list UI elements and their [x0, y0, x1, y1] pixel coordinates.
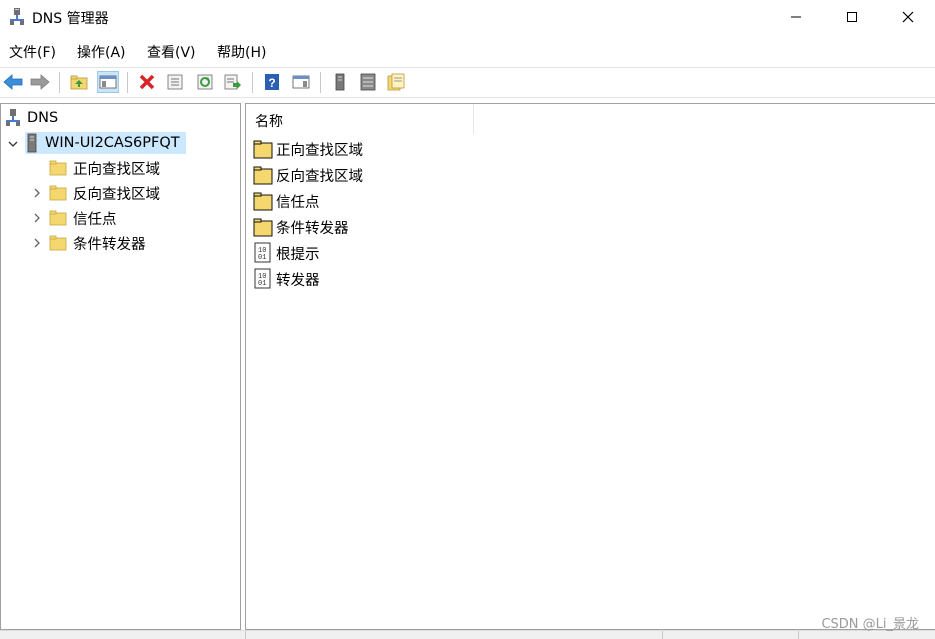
list-button[interactable]: [357, 71, 379, 93]
maximize-icon: [847, 12, 857, 22]
list-item-label: 根提示: [276, 246, 320, 263]
list-item-forward-lookup[interactable]: 正向查找区域: [253, 138, 363, 160]
list-item-conditional-forwarders[interactable]: 条件转发器: [253, 216, 349, 238]
list-item-reverse-lookup[interactable]: 反向查找区域: [253, 164, 363, 186]
menu-action[interactable]: 操作(A): [77, 42, 126, 62]
close-icon: [902, 11, 914, 23]
menu-view[interactable]: 查看(V): [147, 42, 196, 62]
folder-icon: [49, 160, 67, 176]
list-icon: [360, 73, 376, 91]
expand-chevron-icon[interactable]: [31, 187, 43, 199]
toolbar-separator: [127, 72, 128, 93]
delete-button[interactable]: [136, 71, 158, 93]
export-list-icon: [224, 74, 241, 90]
folder-icon: [253, 140, 273, 159]
menu-help[interactable]: 帮助(H): [217, 42, 266, 62]
delete-x-icon: [139, 74, 155, 90]
tree-item-trust-points[interactable]: 信任点: [49, 207, 117, 229]
list-item-label: 反向查找区域: [276, 168, 363, 185]
toolbar-separator: [252, 72, 253, 93]
console-tree-pane: DNS WIN-UI2CAS6PFQT 正向查找区域 反向查找区域 信任点 条件…: [0, 103, 241, 630]
tree-label: 条件转发器: [73, 236, 146, 253]
tree-label: 信任点: [73, 211, 117, 228]
window-title: DNS 管理器: [32, 11, 109, 27]
forward-button[interactable]: [29, 71, 51, 93]
zone-records-button[interactable]: [385, 71, 407, 93]
show-hide-action-pane-button[interactable]: [290, 71, 312, 93]
folder-icon: [253, 166, 273, 185]
list-item-label: 信任点: [276, 194, 320, 211]
list-item-label: 转发器: [276, 272, 320, 289]
folder-up-icon: [70, 75, 88, 90]
show-hide-console-tree-button[interactable]: [97, 71, 119, 93]
svg-text:01: 01: [258, 280, 266, 288]
folder-icon: [253, 192, 273, 211]
properties-button[interactable]: [164, 71, 186, 93]
list-item-label: 正向查找区域: [276, 142, 363, 159]
collapse-chevron-icon[interactable]: [7, 138, 19, 150]
list-item-trust-points[interactable]: 信任点: [253, 190, 320, 212]
expand-chevron-icon[interactable]: [31, 212, 43, 224]
refresh-button[interactable]: [194, 71, 216, 93]
help-button[interactable]: ?: [261, 71, 283, 93]
tree-item-reverse-lookup[interactable]: 反向查找区域: [49, 182, 160, 204]
menu-file[interactable]: 文件(F): [9, 42, 56, 62]
title-bar: DNS 管理器: [0, 0, 935, 34]
svg-text:?: ?: [268, 76, 275, 90]
tree-item-dns-root[interactable]: DNS: [5, 107, 58, 129]
console-tree-icon: [99, 75, 117, 89]
tree-label: 反向查找区域: [73, 186, 160, 203]
folder-icon: [49, 235, 67, 251]
folder-icon: [49, 210, 67, 226]
server-icon: [335, 73, 345, 91]
tree-label-server: WIN-UI2CAS6PFQT: [45, 135, 180, 151]
back-button[interactable]: [2, 71, 24, 93]
close-button[interactable]: [885, 0, 931, 34]
list-item-label: 条件转发器: [276, 220, 349, 237]
refresh-icon: [197, 74, 213, 90]
expand-chevron-icon[interactable]: [31, 237, 43, 249]
action-pane-icon: [292, 75, 310, 89]
watermark: CSDN @Li_景龙: [821, 617, 919, 632]
server-button[interactable]: [329, 71, 351, 93]
menu-bar: 文件(F) 操作(A) 查看(V) 帮助(H): [0, 38, 935, 64]
minimize-button[interactable]: [773, 0, 819, 34]
properties-icon: [167, 74, 183, 90]
svg-text:01: 01: [258, 254, 266, 262]
list-item-root-hints[interactable]: 10 01 根提示: [253, 242, 320, 264]
tree-label: 正向查找区域: [73, 161, 160, 178]
back-arrow-icon: [3, 74, 23, 90]
toolbar: ?: [0, 67, 935, 98]
forward-arrow-icon: [30, 74, 50, 90]
column-header-label: 名称: [255, 114, 283, 130]
maximize-button[interactable]: [829, 0, 875, 34]
toolbar-separator: [59, 72, 60, 93]
tree-item-forward-lookup[interactable]: 正向查找区域: [49, 157, 160, 179]
server-icon: [27, 133, 37, 153]
tree-label-dns: DNS: [27, 110, 59, 126]
binary-document-icon: 1001: [254, 268, 271, 289]
export-list-button[interactable]: [222, 71, 244, 93]
help-icon: ?: [265, 74, 279, 90]
tree-item-conditional-forwarders[interactable]: 条件转发器: [49, 232, 146, 254]
folder-icon: [49, 185, 67, 201]
toolbar-separator: [320, 72, 321, 93]
records-icon: [387, 73, 405, 91]
dns-icon: [6, 109, 20, 126]
folder-icon: [253, 218, 273, 237]
dns-app-icon: [9, 8, 25, 30]
minimize-icon: [791, 16, 801, 18]
column-header-name[interactable]: 名称: [246, 104, 474, 134]
results-pane: 名称 正向查找区域 反向查找区域 信任点 条件转发器 10 01 根提示 10 01…: [245, 103, 935, 630]
up-level-button[interactable]: [68, 71, 90, 93]
list-item-forwarders[interactable]: 10 01 转发器: [253, 268, 320, 290]
binary-document-icon: 1001: [254, 242, 271, 263]
tree-item-server[interactable]: WIN-UI2CAS6PFQT: [25, 132, 186, 154]
